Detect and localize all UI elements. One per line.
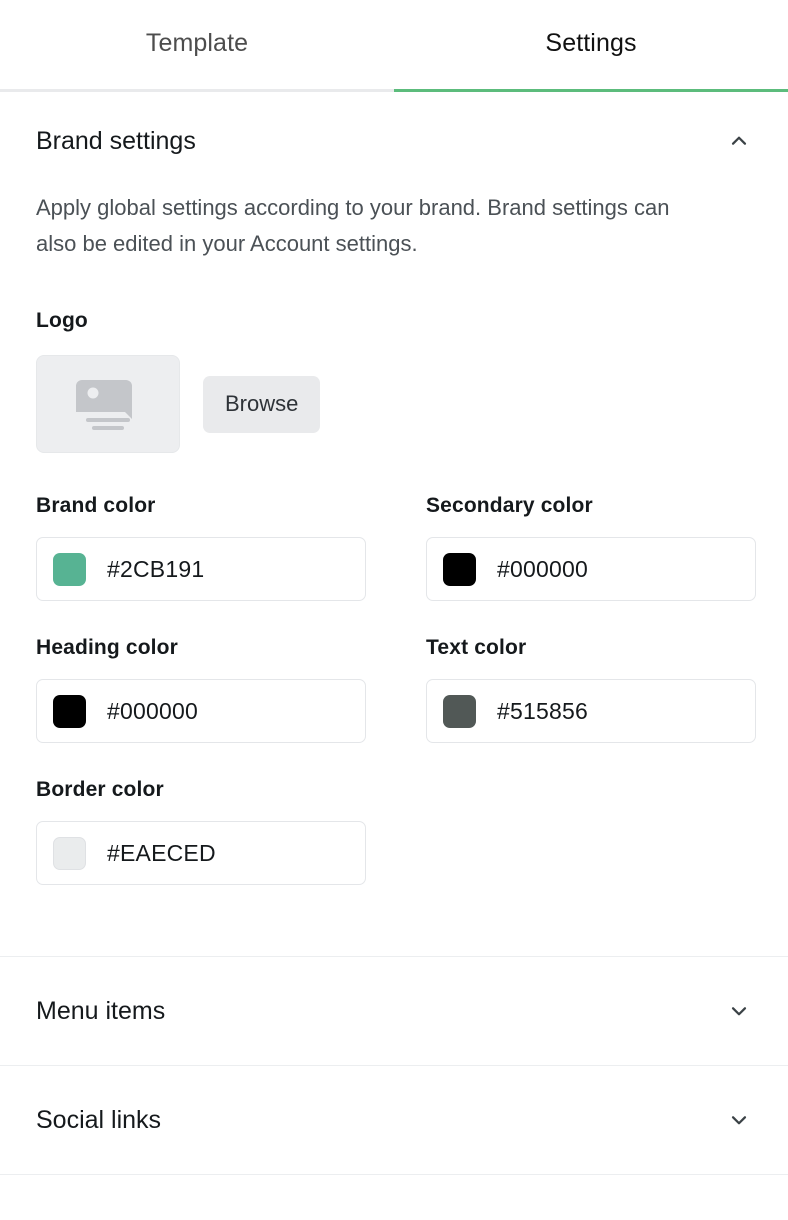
color-field-text-color: Text color #515856 (426, 636, 756, 743)
chevron-down-icon[interactable] (726, 998, 752, 1024)
heading-color-swatch[interactable] (53, 694, 86, 728)
text-color-label: Text color (426, 636, 527, 659)
image-placeholder-icon (76, 380, 132, 430)
color-fields-grid: Brand color #2CB191 Secondary color #000… (36, 494, 756, 885)
settings-panel: Template Settings Brand settings Apply g… (0, 0, 788, 1220)
color-field-border-color: Border color #EAECED (36, 778, 366, 885)
tab-template[interactable]: Template (0, 0, 394, 92)
logo-label: Logo (36, 309, 88, 332)
social-links-title: Social links (36, 1105, 162, 1134)
tab-settings[interactable]: Settings (394, 0, 788, 92)
secondary-color-label: Secondary color (426, 494, 593, 517)
social-links-header[interactable]: Social links (36, 1106, 752, 1135)
menu-items-section: Menu items (0, 957, 788, 1065)
border-color-input[interactable]: #EAECED (36, 821, 366, 885)
logo-row: Browse (36, 355, 752, 453)
heading-color-value: #000000 (107, 697, 198, 724)
color-field-heading-color: Heading color #000000 (36, 636, 366, 743)
border-color-label: Border color (36, 778, 164, 801)
text-color-value: #515856 (497, 697, 588, 724)
logo-upload-box[interactable] (36, 355, 180, 453)
menu-items-title: Menu items (36, 996, 166, 1025)
brand-color-value: #2CB191 (107, 555, 205, 582)
brand-color-input[interactable]: #2CB191 (36, 537, 366, 601)
chevron-down-icon[interactable] (726, 1107, 752, 1133)
secondary-color-value: #000000 (497, 555, 588, 582)
brand-settings-title: Brand settings (36, 126, 196, 155)
text-color-input[interactable]: #515856 (426, 679, 756, 743)
heading-color-input[interactable]: #000000 (36, 679, 366, 743)
tab-bar: Template Settings (0, 0, 788, 92)
brand-color-label: Brand color (36, 494, 156, 517)
brand-settings-header[interactable]: Brand settings (36, 92, 752, 166)
browse-button[interactable]: Browse (203, 375, 321, 433)
text-color-swatch[interactable] (443, 694, 476, 728)
brand-settings-section: Brand settings Apply global settings acc… (0, 92, 788, 956)
brand-settings-description: Apply global settings according to your … (36, 195, 670, 256)
secondary-color-input[interactable]: #000000 (426, 537, 756, 601)
heading-color-label: Heading color (36, 636, 178, 659)
color-field-secondary-color: Secondary color #000000 (426, 494, 756, 601)
brand-color-swatch[interactable] (53, 552, 86, 586)
section-divider (0, 1174, 788, 1175)
border-color-swatch[interactable] (53, 836, 86, 870)
border-color-value: #EAECED (107, 839, 216, 866)
secondary-color-swatch[interactable] (443, 552, 476, 586)
social-links-section: Social links (0, 1066, 788, 1174)
menu-items-header[interactable]: Menu items (36, 997, 752, 1026)
color-field-brand-color: Brand color #2CB191 (36, 494, 366, 601)
chevron-up-icon[interactable] (726, 128, 752, 154)
